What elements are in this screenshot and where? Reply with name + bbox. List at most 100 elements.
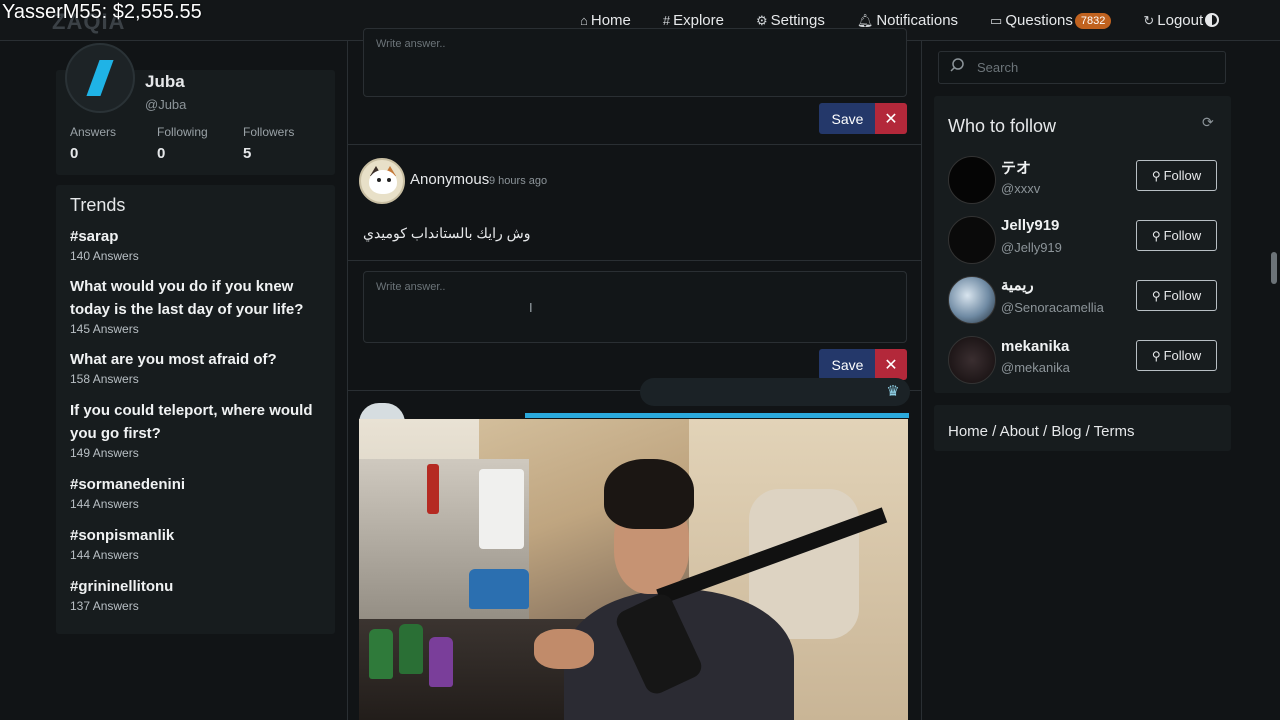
trend-title[interactable]: What are you most afraid of? [70, 348, 325, 371]
answer-placeholder: Write answer.. [376, 38, 446, 50]
trend-title[interactable]: #sarap [70, 225, 325, 248]
user-name[interactable]: mekanika [1001, 338, 1069, 355]
save-button[interactable]: Save [819, 349, 876, 380]
hashtag-icon: # [662, 13, 671, 28]
trend-count: 149 Answers [70, 446, 139, 460]
profile-avatar[interactable] [65, 43, 135, 113]
follow-button[interactable]: ⚲ Follow [1136, 340, 1217, 371]
question-text: وش رايك بالستانداب كوميدي [363, 225, 531, 241]
trend-item[interactable]: #sarap 140 Answers [70, 225, 325, 263]
nav-questions[interactable]: ▭ Questions 7832 [990, 12, 1112, 29]
trend-title[interactable]: If you could teleport, where would you g… [70, 399, 325, 445]
logout-icon: ↻ [1143, 12, 1155, 28]
follow-button[interactable]: ⚲ Follow [1136, 220, 1217, 251]
user-handle: @mekanika [1001, 360, 1070, 375]
nav-notifications-label: Notifications [876, 12, 959, 29]
trend-count: 144 Answers [70, 497, 139, 511]
who-to-follow-title: Who to follow [948, 116, 1057, 136]
footer-links[interactable]: Home / About / Blog / Terms [948, 423, 1134, 440]
questions-count-badge: 7832 [1074, 12, 1112, 29]
nav-notifications[interactable]: 🔔︎ Notifications [857, 12, 958, 29]
stream-overlay-text: YasserM55: $2,555.55 [2, 1, 202, 23]
answer-textarea-top[interactable]: Write answer.. [363, 28, 907, 97]
home-icon: ⌂ [580, 13, 588, 28]
search-icon [950, 58, 964, 72]
followers-value: 5 [243, 145, 252, 162]
trends-title: Trends [70, 195, 126, 215]
nav-home[interactable]: ⌂ Home [580, 12, 631, 29]
follow-label: Follow [1163, 288, 1202, 303]
add-user-icon: ⚲ [1151, 348, 1161, 363]
trend-title[interactable]: #sormanedenini [70, 473, 325, 496]
add-user-icon: ⚲ [1151, 168, 1161, 183]
cancel-button[interactable]: ✕ [875, 103, 907, 134]
user-avatar[interactable] [948, 276, 996, 324]
save-button[interactable]: Save [819, 103, 876, 134]
nav-settings-label: Settings [770, 12, 825, 29]
nav-logout[interactable]: ↻ Logout [1143, 12, 1203, 29]
divider [348, 260, 921, 261]
follow-button[interactable]: ⚲ Follow [1136, 160, 1217, 191]
nav-settings[interactable]: ⚙ Settings [756, 12, 825, 29]
trend-count: 140 Answers [70, 249, 139, 263]
nav-explore-label: Explore [673, 12, 724, 29]
search-placeholder: Search [977, 60, 1019, 75]
chat-icon: ▭ [990, 12, 1003, 28]
trend-title[interactable]: What would you do if you knew today is t… [70, 275, 325, 321]
anonymous-avatar [359, 158, 405, 204]
trend-count: 145 Answers [70, 322, 139, 336]
following-label: Following [157, 125, 208, 139]
nav-explore[interactable]: # Explore [663, 12, 724, 29]
user-name[interactable]: テオ [1001, 157, 1031, 178]
user-name[interactable]: ريمية [1001, 276, 1034, 294]
profile-name[interactable]: Juba [145, 72, 185, 92]
trend-title[interactable]: #grininellitonu [70, 575, 325, 598]
answers-label: Answers [70, 125, 117, 139]
bell-icon: 🔔︎ [856, 12, 874, 28]
nav-questions-label: Questions [1005, 12, 1073, 29]
video-overlay-bar [640, 378, 910, 406]
cancel-button[interactable]: ✕ [875, 349, 907, 380]
user-handle: @Jelly919 [1001, 240, 1062, 255]
followers-label: Followers [243, 125, 295, 139]
user-handle: @xxxv [1001, 181, 1041, 196]
profile-handle: @Juba [145, 97, 187, 112]
nav-logout-label: Logout [1157, 12, 1204, 29]
add-user-icon: ⚲ [1151, 228, 1161, 243]
gear-icon: ⚙ [755, 12, 768, 28]
trend-item[interactable]: #grininellitonu 137 Answers [70, 575, 325, 613]
trend-item[interactable]: #sonpismanlik 144 Answers [70, 524, 325, 562]
trend-item[interactable]: If you could teleport, where would you g… [70, 399, 325, 460]
webcam-video [359, 419, 908, 720]
user-name[interactable]: Jelly919 [1001, 217, 1059, 234]
add-user-icon: ⚲ [1151, 288, 1161, 303]
answer-placeholder: Write answer.. [376, 281, 446, 293]
follow-label: Follow [1163, 168, 1202, 183]
trend-item[interactable]: #sormanedenini 144 Answers [70, 473, 325, 511]
trend-count: 137 Answers [70, 599, 139, 613]
user-avatar[interactable] [948, 156, 996, 204]
user-avatar[interactable] [948, 216, 996, 264]
divider [348, 144, 921, 145]
question-author[interactable]: Anonymous [410, 171, 489, 188]
refresh-icon[interactable]: ⟳ [1202, 114, 1218, 130]
trend-item[interactable]: What would you do if you knew today is t… [70, 275, 325, 336]
answer-textarea[interactable]: Write answer.. [363, 271, 907, 343]
question-time: 9 hours ago [489, 175, 548, 187]
user-handle: @Senoracamellia [1001, 300, 1104, 315]
follow-label: Follow [1163, 228, 1202, 243]
answers-value: 0 [70, 145, 79, 162]
trend-item[interactable]: What are you most afraid of? 158 Answers [70, 348, 325, 386]
video-progress-bar [525, 413, 909, 418]
trend-count: 144 Answers [70, 548, 139, 562]
crown-icon: ♛ [886, 383, 900, 400]
nav-home-label: Home [590, 12, 631, 29]
following-value: 0 [157, 145, 166, 162]
page-scrollbar[interactable] [1271, 252, 1277, 284]
user-avatar[interactable] [948, 336, 996, 384]
theme-toggle-icon[interactable] [1205, 13, 1219, 27]
text-cursor-icon: I [529, 300, 533, 315]
trend-title[interactable]: #sonpismanlik [70, 524, 325, 547]
trend-count: 158 Answers [70, 372, 139, 386]
follow-button[interactable]: ⚲ Follow [1136, 280, 1217, 311]
